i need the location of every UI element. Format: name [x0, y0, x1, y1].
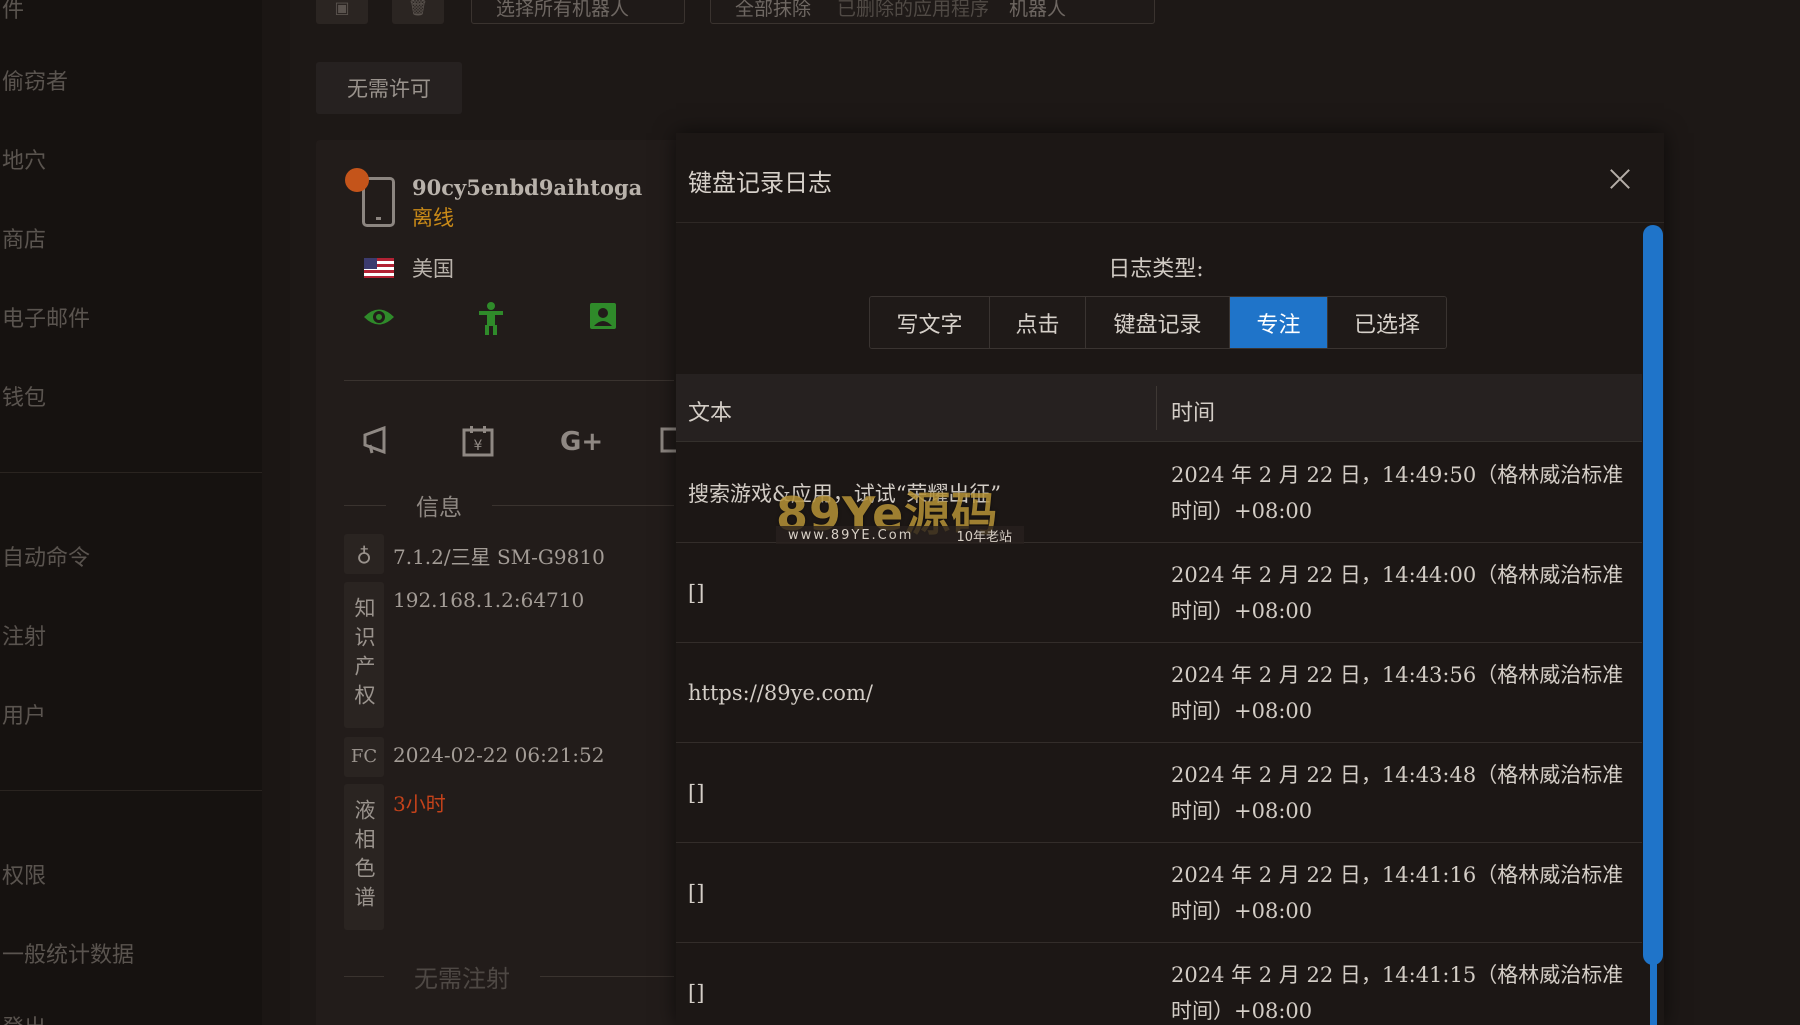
ip-tag: 知识产权 [344, 582, 384, 728]
lc-value: 3小时 [393, 792, 446, 816]
row-text-cell: [] [688, 581, 705, 605]
row-text-cell: [] [688, 881, 705, 905]
log-type-tabs: 写文字 点击 键盘记录 专注 已选择 [869, 296, 1447, 349]
fc-value: 2024-02-22 06:21:52 [393, 743, 605, 767]
row-time-cell: 2024 年 2 月 22 日，14:41:16（格林威治标准时间）+08:00 [1171, 863, 1624, 923]
scrollbar-thumb[interactable] [1643, 225, 1663, 965]
table-header: 文本 时间 [676, 374, 1642, 442]
log-type-tab[interactable]: 专注 [1230, 297, 1328, 348]
sidebar-item[interactable]: 偷窃者 [2, 64, 68, 96]
log-type-tab[interactable]: 点击 [990, 297, 1086, 348]
no-injection-text: 无需注射 [414, 964, 510, 993]
device-id[interactable]: 90cy5enbd9aihtoga [412, 175, 642, 200]
info-section-text: 信息 [416, 495, 462, 521]
card-divider [344, 380, 674, 381]
close-icon[interactable] [1602, 162, 1638, 198]
scrollbar-lower [1650, 963, 1657, 1025]
sidebar-item[interactable]: 商店 [2, 222, 46, 254]
clear-all-button[interactable]: 全部抹除 已删除的应用程序 机器人 [710, 0, 1155, 24]
log-type-tab[interactable]: 写文字 [870, 297, 990, 348]
modal-header: 键盘记录日志 [676, 133, 1664, 223]
column-separator [1156, 386, 1157, 430]
sidebar-item[interactable]: 地穴 [2, 143, 46, 175]
device-status: 离线 [412, 206, 454, 230]
os-tag: ♁ [344, 534, 384, 574]
sidebar-item[interactable]: 用户 [2, 698, 46, 730]
no-injection-label: 无需注射 [344, 962, 674, 993]
calendar-icon[interactable]: ¥ [462, 425, 494, 465]
row-text-cell: https://89ye.com/ [688, 681, 873, 705]
contact-card-icon[interactable] [589, 302, 617, 338]
status-dot [345, 168, 369, 192]
table-row[interactable]: [] 2024 年 2 月 22 日，14:44:00（格林威治标准时间）+08:… [676, 543, 1642, 643]
toolbar-delete-button[interactable]: 🗑 [392, 0, 444, 24]
accessibility-icon[interactable] [477, 302, 505, 346]
sidebar-divider [0, 790, 262, 791]
ip-value: 192.168.1.2:64710 [393, 588, 585, 612]
svg-text:¥: ¥ [474, 438, 483, 454]
keylog-modal: 键盘记录日志 日志类型: 写文字 点击 键盘记录 专注 已选择 文本 时间 搜索游戏&应… [676, 133, 1664, 1025]
sidebar: 件偷窃者地穴商店电子邮件钱包自动命令注射用户权限一般统计数据登出 [0, 0, 262, 1025]
megaphone-icon[interactable] [362, 425, 396, 463]
row-time-cell: 2024 年 2 月 22 日，14:41:15（格林威治标准时间）+08:00 [1171, 963, 1624, 1023]
sidebar-item[interactable]: 电子邮件 [2, 301, 90, 333]
select-all-robots-button[interactable]: 选择所有机器人 [471, 0, 685, 24]
device-country: 美国 [412, 257, 454, 281]
table-row[interactable]: 搜索游戏&应用，试试“荣耀出征” 2024 年 2 月 22 日，14:49:50… [676, 443, 1642, 543]
modal-title: 键盘记录日志 [688, 169, 832, 197]
sidebar-item[interactable]: 登出 [2, 1010, 46, 1025]
clear-all-label: 全部抹除 [735, 0, 812, 20]
robots-label: 机器人 [1009, 0, 1067, 20]
removed-apps-label: 已删除的应用程序 [837, 0, 990, 20]
table-row[interactable]: https://89ye.com/2024 年 2 月 22 日，14:43:5… [676, 643, 1642, 743]
table-row[interactable]: [] 2024 年 2 月 22 日，14:43:48（格林威治标准时间）+08:… [676, 743, 1642, 843]
eye-icon[interactable] [362, 302, 396, 340]
row-text-cell: 搜索游戏&应用，试试“荣耀出征” [688, 482, 1002, 506]
lc-tag: 液相色谱 [344, 784, 384, 930]
column-header-text[interactable]: 文本 [688, 395, 732, 427]
sidebar-item[interactable]: 自动命令 [2, 540, 90, 572]
log-type-tab[interactable]: 已选择 [1328, 297, 1446, 348]
row-time-cell: 2024 年 2 月 22 日，14:49:50（格林威治标准时间）+08:00 [1171, 463, 1624, 523]
fc-tag: FC [344, 737, 384, 777]
toolbar-icon-button[interactable]: ▣ [316, 0, 368, 24]
google-plus-icon[interactable]: G+ [560, 427, 603, 457]
no-permission-badge: 无需许可 [316, 62, 462, 114]
sidebar-item[interactable]: 钱包 [2, 380, 46, 412]
us-flag-icon [364, 258, 394, 278]
row-time-cell: 2024 年 2 月 22 日，14:44:00（格林威治标准时间）+08:00 [1171, 563, 1624, 623]
sidebar-item[interactable]: 一般统计数据 [2, 937, 134, 969]
os-value: 7.1.2/三星 SM-G9810 [393, 545, 605, 569]
row-time-cell: 2024 年 2 月 22 日，14:43:56（格林威治标准时间）+08:00 [1171, 663, 1624, 723]
sidebar-item[interactable]: 件 [2, 0, 24, 24]
sidebar-item[interactable]: 注射 [2, 619, 46, 651]
sidebar-divider [0, 472, 262, 473]
row-time-cell: 2024 年 2 月 22 日，14:43:48（格林威治标准时间）+08:00 [1171, 763, 1624, 823]
table-row[interactable]: [] 2024 年 2 月 22 日，14:41:15（格林威治标准时间）+08:… [676, 943, 1642, 1025]
table-row[interactable]: [] 2024 年 2 月 22 日，14:41:16（格林威治标准时间）+08:… [676, 843, 1642, 943]
info-section-label: 信息 [344, 491, 674, 521]
sidebar-item[interactable]: 权限 [2, 858, 46, 890]
log-type-label: 日志类型: [1108, 257, 1204, 282]
log-type-tab[interactable]: 键盘记录 [1086, 297, 1230, 348]
row-text-cell: [] [688, 781, 705, 805]
column-header-time[interactable]: 时间 [1171, 395, 1215, 427]
row-text-cell: [] [688, 981, 705, 1005]
